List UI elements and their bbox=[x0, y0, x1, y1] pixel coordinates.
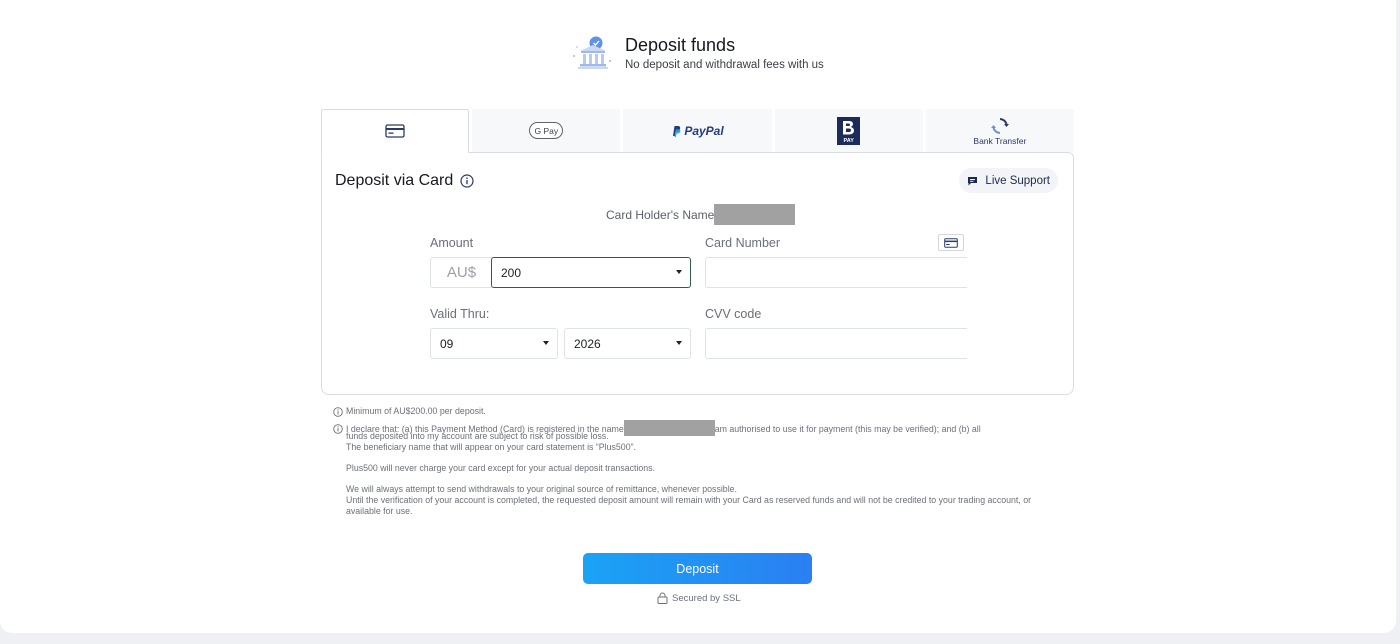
card-number-input[interactable] bbox=[705, 257, 967, 288]
deposit-card-panel: Deposit via Card Live Support Card Holde… bbox=[321, 152, 1074, 395]
redacted-name bbox=[714, 204, 796, 225]
tab-paypal[interactable]: PayPal bbox=[623, 109, 772, 152]
chevron-down-icon bbox=[543, 341, 549, 345]
google-pay-logo: G Pay bbox=[529, 122, 564, 139]
page-subtitle: No deposit and withdrawal fees with us bbox=[625, 59, 824, 71]
valid-thru-label: Valid Thru: bbox=[430, 307, 490, 321]
bpay-b-icon bbox=[843, 120, 855, 134]
info-icon bbox=[333, 407, 343, 417]
tab-bank-transfer[interactable]: Bank Transfer bbox=[925, 109, 1074, 152]
deposit-page: Deposit funds No deposit and withdrawal … bbox=[0, 0, 1396, 633]
card-holder-label: Card Holder's Name bbox=[606, 207, 715, 222]
tab-google-pay[interactable]: G Pay bbox=[472, 109, 621, 152]
deposit-button[interactable]: Deposit bbox=[583, 553, 812, 584]
card-holder-name-row: Card Holder's Name bbox=[606, 204, 796, 225]
chat-icon bbox=[968, 176, 978, 185]
bank-transfer-label: Bank Transfer bbox=[973, 136, 1027, 146]
tab-card[interactable] bbox=[321, 109, 470, 153]
expiry-year-select[interactable]: 2026 bbox=[564, 328, 691, 359]
ssl-badge: Secured by SSL bbox=[657, 592, 741, 604]
credit-card-icon bbox=[385, 124, 405, 138]
credit-card-icon bbox=[944, 237, 958, 248]
payment-method-tabs: G Pay PayPal PAY Bank Transfer bbox=[321, 109, 1074, 153]
info-icon bbox=[333, 424, 343, 434]
lock-icon bbox=[657, 592, 668, 604]
bank-transfer-icon bbox=[990, 118, 1009, 134]
card-number-label: Card Number bbox=[705, 236, 781, 250]
panel-title: Deposit via Card bbox=[335, 172, 474, 190]
amount-label: Amount bbox=[430, 236, 474, 250]
redacted-name bbox=[623, 420, 715, 436]
chevron-down-icon bbox=[676, 341, 682, 345]
amount-select[interactable]: 200 bbox=[491, 257, 691, 288]
chevron-down-icon bbox=[676, 270, 682, 274]
live-support-button[interactable]: Live Support bbox=[959, 168, 1058, 193]
page-header: Deposit funds No deposit and withdrawal … bbox=[568, 34, 824, 74]
deposit-notes: Minimum of AU$200.00 per deposit. I decl… bbox=[333, 406, 1073, 523]
tab-bpay[interactable]: PAY bbox=[774, 109, 923, 152]
bank-icon bbox=[573, 36, 611, 69]
bpay-logo: PAY bbox=[837, 116, 861, 145]
cvv-label: CVV code bbox=[705, 307, 762, 321]
expiry-month-select[interactable]: 09 bbox=[430, 328, 558, 359]
cvv-input[interactable] bbox=[705, 328, 967, 359]
paypal-logo: PayPal bbox=[671, 124, 724, 138]
page-title: Deposit funds bbox=[625, 35, 736, 55]
card-type-icon bbox=[938, 234, 964, 251]
paypal-p-icon bbox=[673, 125, 681, 137]
minimum-note: Minimum of AU$200.00 per deposit. bbox=[333, 406, 1073, 417]
currency-label: AU$ bbox=[430, 257, 492, 288]
info-icon[interactable] bbox=[460, 174, 474, 188]
declaration-note: I declare that: (a) this Payment Method … bbox=[333, 420, 1073, 517]
